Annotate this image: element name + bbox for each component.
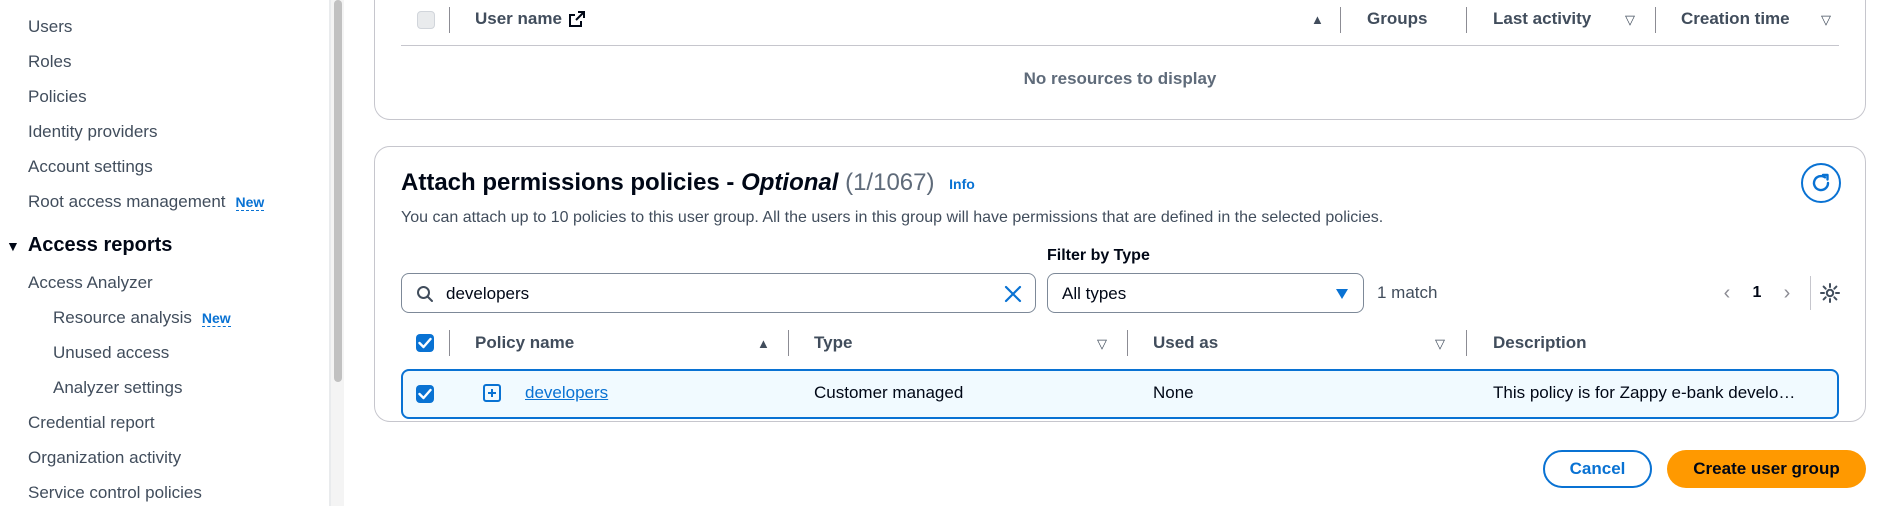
sidebar-item-identity-providers[interactable]: Identity providers xyxy=(28,122,157,142)
column-header-user-name[interactable]: User name xyxy=(475,9,586,29)
policy-description: This policy is for Zappy e-bank develo… xyxy=(1493,383,1796,402)
sort-descending-icon[interactable]: ▽ xyxy=(1821,12,1831,28)
previous-page-icon[interactable]: ‹ xyxy=(1712,282,1742,305)
sidebar-item-policies[interactable]: Policies xyxy=(28,87,87,107)
cancel-button[interactable]: Cancel xyxy=(1543,450,1652,488)
checkmark-icon xyxy=(418,337,432,349)
sidebar-item-account-settings[interactable]: Account settings xyxy=(28,157,153,177)
column-divider xyxy=(1466,330,1467,356)
sidebar-item-credential-report[interactable]: Credential report xyxy=(28,413,155,433)
clear-search-icon[interactable] xyxy=(1003,284,1023,304)
row-checkbox[interactable] xyxy=(416,385,434,403)
sidebar-scrollbar[interactable] xyxy=(330,0,344,506)
column-header-last-activity[interactable]: Last activity xyxy=(1493,9,1591,29)
sidebar-item-root-access-management[interactable]: Root access management New xyxy=(28,192,265,212)
select-all-policies-checkbox[interactable] xyxy=(416,334,434,352)
policy-used-as: None xyxy=(1153,383,1194,402)
empty-state-text: No resources to display xyxy=(1023,69,1217,88)
column-header-type[interactable]: Type xyxy=(814,333,852,353)
match-count: 1 match xyxy=(1377,283,1438,302)
panel-description: You can attach up to 10 policies to this… xyxy=(401,209,1384,226)
checkmark-icon xyxy=(418,388,432,400)
sidebar-item-roles[interactable]: Roles xyxy=(28,52,71,72)
policy-name-link[interactable]: developers xyxy=(525,383,608,403)
header-separator xyxy=(401,45,1839,46)
policy-search-box xyxy=(401,273,1036,313)
column-header-groups[interactable]: Groups xyxy=(1367,9,1427,29)
sort-descending-icon[interactable]: ▽ xyxy=(1625,12,1635,28)
new-badge: New xyxy=(235,194,265,211)
section-access-reports[interactable]: ▼ Access reports xyxy=(6,234,172,257)
selection-count: (1/1067) xyxy=(845,169,935,196)
filter-type-select[interactable]: All types xyxy=(1047,273,1364,313)
column-divider xyxy=(449,330,450,356)
sidebar-item-service-control-policies[interactable]: Service control policies xyxy=(28,483,202,503)
dropdown-arrow-icon xyxy=(1336,289,1348,299)
info-link[interactable]: Info xyxy=(949,176,975,192)
expand-plus-icon[interactable] xyxy=(483,384,501,402)
column-divider xyxy=(1127,330,1128,356)
column-divider xyxy=(1655,7,1656,33)
current-page[interactable]: 1 xyxy=(1742,284,1772,302)
column-divider xyxy=(449,7,450,33)
column-divider xyxy=(1466,7,1467,33)
sort-descending-icon[interactable]: ▽ xyxy=(1435,336,1445,352)
pager-divider xyxy=(1810,276,1811,310)
column-header-description[interactable]: Description xyxy=(1493,333,1587,353)
create-user-group-button[interactable]: Create user group xyxy=(1667,450,1866,488)
filter-by-type-label: Filter by Type xyxy=(1047,247,1150,264)
new-badge: New xyxy=(201,310,231,327)
refresh-icon xyxy=(1812,173,1830,192)
column-header-creation-time[interactable]: Creation time xyxy=(1681,9,1790,29)
panel-title: Attach permissions policies - Optional (… xyxy=(401,169,975,196)
sidebar-item-user-groups-partial[interactable] xyxy=(28,0,33,8)
sidebar-item-users[interactable]: Users xyxy=(28,17,72,37)
sidebar-nav: Users Roles Policies Identity providers … xyxy=(0,0,330,506)
select-all-checkbox xyxy=(417,11,435,29)
refresh-button[interactable] xyxy=(1801,163,1841,203)
next-page-icon[interactable]: › xyxy=(1772,282,1802,305)
policy-search-input[interactable] xyxy=(446,282,986,306)
table-row[interactable]: developers Customer managed None This po… xyxy=(401,369,1839,419)
column-divider xyxy=(788,330,789,356)
scrollbar-thumb[interactable] xyxy=(334,0,342,382)
search-icon xyxy=(417,286,433,302)
sidebar-item-analyzer-settings[interactable]: Analyzer settings xyxy=(53,378,182,398)
policy-type: Customer managed xyxy=(814,383,964,402)
column-header-policy-name[interactable]: Policy name xyxy=(475,333,574,353)
sidebar-item-access-analyzer[interactable]: Access Analyzer xyxy=(28,273,153,293)
attach-policies-panel: Attach permissions policies - Optional (… xyxy=(374,146,1866,422)
pagination: ‹ 1 › xyxy=(1712,273,1841,313)
sidebar-item-resource-analysis[interactable]: Resource analysis New xyxy=(53,308,231,328)
sort-ascending-icon[interactable]: ▲ xyxy=(757,336,770,351)
sidebar-item-organization-activity[interactable]: Organization activity xyxy=(28,448,181,468)
gear-icon[interactable] xyxy=(1819,282,1841,304)
column-header-used-as[interactable]: Used as xyxy=(1153,333,1218,353)
users-table-panel: User name ▲ Groups Last activity ▽ Creat… xyxy=(374,0,1866,120)
column-divider xyxy=(1340,7,1341,33)
sort-ascending-icon[interactable]: ▲ xyxy=(1311,12,1324,27)
caret-down-icon: ▼ xyxy=(6,238,20,254)
sort-descending-icon[interactable]: ▽ xyxy=(1097,336,1107,352)
sidebar-item-unused-access[interactable]: Unused access xyxy=(53,343,169,363)
external-link-icon xyxy=(568,11,585,27)
